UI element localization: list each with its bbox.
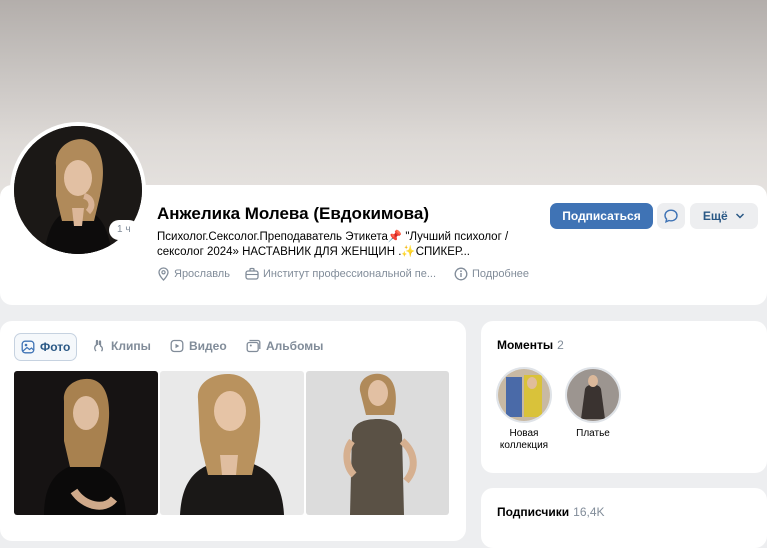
more-info-link[interactable]: Подробнее: [454, 267, 529, 281]
moments-title: Моменты 2: [497, 338, 564, 352]
tab-photos[interactable]: Фото: [14, 333, 78, 361]
photo-thumbnail[interactable]: [14, 371, 158, 515]
subscribers-title: Подписчики 16,4K: [497, 505, 605, 519]
tab-clips-label: Клипы: [111, 339, 151, 353]
moment-item[interactable]: Новая коллекция: [489, 367, 559, 452]
photo-thumbnail[interactable]: [306, 371, 449, 515]
subscribers-title-label: Подписчики: [497, 505, 570, 519]
profile-name: Анжелика Молева (Евдокимова): [157, 204, 429, 223]
briefcase-icon: [245, 267, 259, 280]
info-icon: [454, 267, 468, 281]
tab-photos-label: Фото: [40, 340, 71, 354]
moment-thumbnail: [565, 367, 621, 423]
clips-icon: [94, 339, 104, 352]
video-icon: [170, 339, 184, 353]
moment-label: Новая коллекция: [499, 428, 549, 451]
location-icon: [158, 267, 169, 281]
albums-icon: [246, 339, 261, 353]
work-info[interactable]: Институт профессиональной пе...: [245, 267, 436, 280]
tab-video-label: Видео: [189, 339, 227, 353]
message-icon: [664, 209, 678, 223]
online-time-badge: 1 ч: [111, 222, 137, 238]
more-info-label: Подробнее: [472, 268, 530, 280]
profile-status: Психолог.Сексолог.Преподаватель Этикета📌…: [157, 230, 517, 260]
status-line-2: сексолог 2024» НАСТАВНИК ДЛЯ ЖЕНЩИН .✨СП…: [157, 246, 470, 258]
moment-item[interactable]: Платье: [558, 367, 628, 440]
moment-label: Платье: [576, 428, 610, 439]
more-button[interactable]: Ещё: [690, 203, 758, 229]
tab-clips[interactable]: Клипы: [92, 333, 151, 359]
city-info[interactable]: Ярославль: [157, 267, 230, 281]
message-button[interactable]: [657, 203, 685, 229]
moments-count: 2: [557, 338, 564, 352]
tab-albums[interactable]: Альбомы: [246, 333, 323, 359]
photo-thumbnail[interactable]: [160, 371, 304, 515]
moments-title-label: Моменты: [497, 338, 554, 352]
more-label: Ещё: [702, 209, 728, 223]
city-label: Ярославль: [174, 268, 230, 280]
status-line-1: Психолог.Сексолог.Преподаватель Этикета📌…: [157, 231, 509, 243]
photo-icon: [21, 340, 35, 354]
tab-video[interactable]: Видео: [170, 333, 227, 359]
subscribers-count: 16,4K: [573, 505, 605, 519]
chevron-down-icon: [736, 213, 745, 219]
tab-albums-label: Альбомы: [266, 339, 324, 353]
work-label: Институт профессиональной пе...: [263, 267, 437, 280]
moment-thumbnail: [496, 367, 552, 423]
subscribe-button[interactable]: Подписаться: [550, 203, 653, 229]
